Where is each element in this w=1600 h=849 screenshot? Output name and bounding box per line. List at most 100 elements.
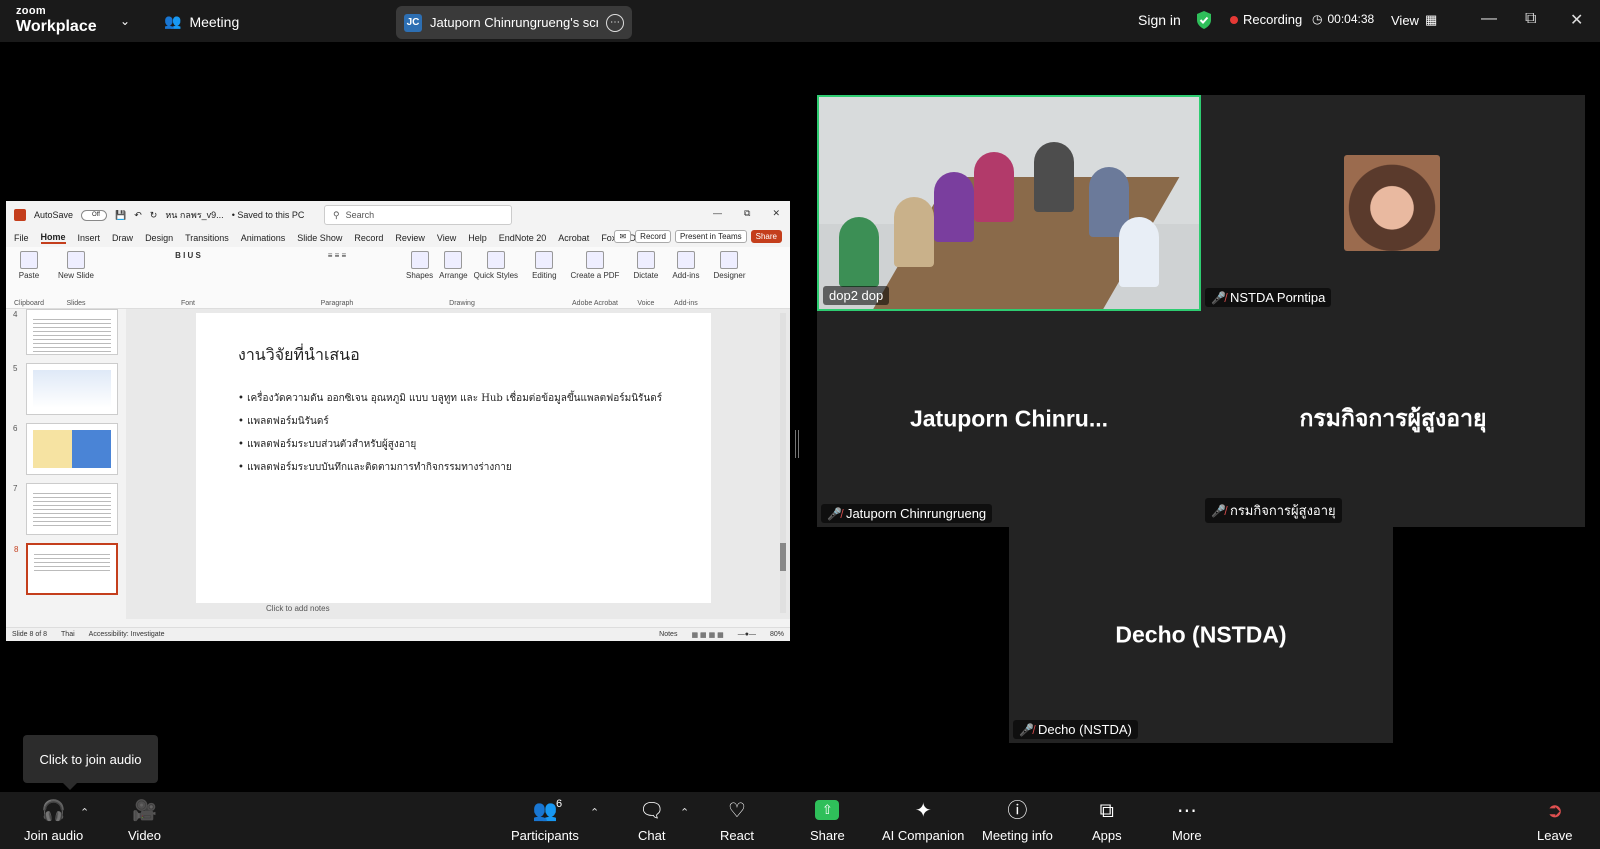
ppt-record-button[interactable]: Record xyxy=(635,230,671,243)
create-pdf-button[interactable]: Create a PDF xyxy=(571,251,619,280)
share-button[interactable]: ⇧ Share xyxy=(810,800,845,843)
shield-icon[interactable] xyxy=(1195,10,1213,30)
ppt-tab[interactable]: Design xyxy=(145,233,173,243)
zoom-slider[interactable]: —●— xyxy=(738,631,756,638)
designer-button[interactable]: Designer xyxy=(713,251,745,280)
video-tile[interactable]: 🎤̸ NSTDA Porntipa xyxy=(1201,95,1585,311)
chat-caret-icon[interactable]: ⌃ xyxy=(680,806,689,819)
slide-title: งานวิจัยที่นำเสนอ xyxy=(238,345,360,364)
zoom-logo[interactable]: zoom Workplace xyxy=(16,6,97,35)
meeting-info-button[interactable]: ⓘ Meeting info xyxy=(982,800,1053,843)
ppt-present-teams-button[interactable]: Present in Teams xyxy=(674,230,747,243)
autosave-toggle[interactable]: Off xyxy=(81,209,108,221)
screen-share-pill[interactable]: JC Jatuporn Chinrungrueng's screen ⋯ xyxy=(396,6,632,39)
video-tile[interactable]: Jatuporn Chinru... 🎤̸ Jatuporn Chinrungr… xyxy=(817,311,1201,527)
audio-options-caret-icon[interactable]: ⌃ xyxy=(80,806,89,819)
paste-button[interactable]: Paste xyxy=(19,251,39,280)
recording-indicator[interactable]: Recording xyxy=(1230,12,1302,27)
ppt-tab[interactable]: Slide Show xyxy=(297,233,342,243)
apps-button[interactable]: ⧉ Apps xyxy=(1092,800,1122,843)
addins-button[interactable]: Add-ins xyxy=(672,251,699,280)
new-slide-button[interactable]: New Slide xyxy=(58,251,94,280)
slide-scrollbar[interactable] xyxy=(780,313,786,613)
slide-editor[interactable]: งานวิจัยที่นำเสนอ เครื่องวัดความดัน ออกซ… xyxy=(126,309,790,619)
arrange-button[interactable]: Arrange xyxy=(439,251,468,280)
notes-toggle[interactable]: Notes xyxy=(659,631,677,638)
ppt-tab[interactable]: Home xyxy=(40,232,66,244)
ppt-tab[interactable]: Transitions xyxy=(185,233,229,243)
share-screen-icon: ⇧ xyxy=(815,800,840,820)
participant-display-name: กรมกิจการผู้สูงอายุ xyxy=(1299,405,1487,431)
shapes-button[interactable]: Shapes xyxy=(406,251,433,280)
video-tile[interactable]: กรมกิจการผู้สูงอายุ 🎤̸ กรมกิจการผู้สูงอา… xyxy=(1201,311,1585,527)
ppt-restore-icon[interactable]: ⧉ xyxy=(744,208,750,219)
editing-button[interactable]: Editing xyxy=(532,251,557,280)
close-icon[interactable]: ✕ xyxy=(1570,10,1583,30)
accessibility-status[interactable]: Accessibility: Investigate xyxy=(89,631,165,638)
save-icon[interactable]: 💾 xyxy=(115,210,126,221)
muted-mic-icon: 🎤̸ xyxy=(1211,503,1226,518)
scrollbar-thumb[interactable] xyxy=(780,543,786,571)
ppt-tab[interactable]: Help xyxy=(468,233,487,243)
join-audio-button[interactable]: 🎧 Join audio xyxy=(24,800,83,843)
font-controls[interactable]: B I U S xyxy=(175,251,201,260)
minimize-icon[interactable]: — xyxy=(1481,10,1497,28)
ppt-status-bar: Slide 8 of 8 Thai Accessibility: Investi… xyxy=(6,627,790,641)
participant-figure xyxy=(894,197,934,267)
slide-thumb[interactable]: 5 xyxy=(13,363,118,415)
chat-button[interactable]: 🗨 Chat xyxy=(638,800,665,843)
shared-screen[interactable]: AutoSave Off 💾 ↶ ↻ หน กลพร_v9... • Saved… xyxy=(6,201,790,641)
video-button[interactable]: 🎥 Video xyxy=(128,800,161,843)
more-options-icon[interactable]: ⋯ xyxy=(606,13,624,32)
recording-dot-icon xyxy=(1230,15,1238,24)
participant-name: Decho (NSTDA) xyxy=(1037,722,1132,737)
more-button[interactable]: ⋯ More xyxy=(1172,800,1202,843)
ppt-tab[interactable]: Insert xyxy=(78,233,101,243)
participants-caret-icon[interactable]: ⌃ xyxy=(590,806,599,819)
view-menu[interactable]: View ▦ xyxy=(1391,12,1437,28)
ppt-tab[interactable]: File xyxy=(14,233,29,243)
current-slide[interactable]: งานวิจัยที่นำเสนอ เครื่องวัดความดัน ออกซ… xyxy=(196,313,711,603)
chevron-down-icon[interactable]: ⌄ xyxy=(120,14,130,28)
meeting-menu[interactable]: 👥 Meeting xyxy=(164,13,239,30)
participants-button[interactable]: 👥 Participants xyxy=(511,800,579,843)
meeting-info-label: Meeting info xyxy=(982,828,1053,843)
slide-thumb[interactable]: 6 xyxy=(13,423,118,475)
zoom-level[interactable]: 80% xyxy=(770,631,784,638)
ppt-tab[interactable]: Review xyxy=(395,233,425,243)
quick-styles-button[interactable]: Quick Styles xyxy=(474,251,518,280)
ai-companion-button[interactable]: ✦ AI Companion xyxy=(882,800,964,843)
sign-in-link[interactable]: Sign in xyxy=(1138,12,1181,28)
ppt-tab[interactable]: Acrobat xyxy=(558,233,589,243)
react-button[interactable]: ♡ React xyxy=(720,800,754,843)
ppt-minimize-icon[interactable]: — xyxy=(713,208,722,219)
ppt-share-button[interactable]: Share xyxy=(750,230,782,243)
ppt-tab[interactable]: View xyxy=(437,233,456,243)
ppt-tab[interactable]: Record xyxy=(354,233,383,243)
bullet-item: แพลตฟอร์มระบบส่วนตัวสำหรับผู้สูงอายุ xyxy=(238,437,662,452)
language-status[interactable]: Thai xyxy=(61,631,75,638)
ppt-tab[interactable]: Animations xyxy=(241,233,286,243)
ppt-tab[interactable]: EndNote 20 xyxy=(499,233,547,243)
video-tile-active-speaker[interactable]: dop2 dop xyxy=(817,95,1201,311)
ppt-comment-icon[interactable]: ✉ xyxy=(614,230,632,243)
thumb-preview xyxy=(33,490,111,528)
ppt-search-input[interactable]: ⚲ Search xyxy=(324,205,512,225)
leave-button[interactable]: ➲ Leave xyxy=(1537,800,1572,843)
timer-value: 00:04:38 xyxy=(1327,12,1375,26)
new-slide-label: New Slide xyxy=(57,271,94,280)
ppt-close-icon[interactable]: ✕ xyxy=(772,208,780,219)
slide-thumb[interactable]: 7 xyxy=(13,483,118,535)
slide-thumb-selected[interactable]: 8 xyxy=(14,543,118,595)
view-icons[interactable]: ▦ ▦ ▦ ▦ xyxy=(691,631,723,639)
ppt-tab[interactable]: Draw xyxy=(112,233,133,243)
slide-thumb[interactable]: 4 xyxy=(13,309,118,355)
paragraph-controls[interactable]: ≡ ≡ ≡ xyxy=(328,251,346,260)
notes-placeholder[interactable]: Click to add notes xyxy=(266,604,330,613)
redo-icon[interactable]: ↻ xyxy=(150,210,158,221)
undo-icon[interactable]: ↶ xyxy=(134,210,142,221)
restore-icon[interactable]: ⧉ xyxy=(1525,10,1536,28)
split-divider-handle[interactable] xyxy=(795,430,799,458)
video-tile[interactable]: Decho (NSTDA) 🎤̸ Decho (NSTDA) xyxy=(1009,527,1393,743)
dictate-button[interactable]: Dictate xyxy=(633,251,658,280)
